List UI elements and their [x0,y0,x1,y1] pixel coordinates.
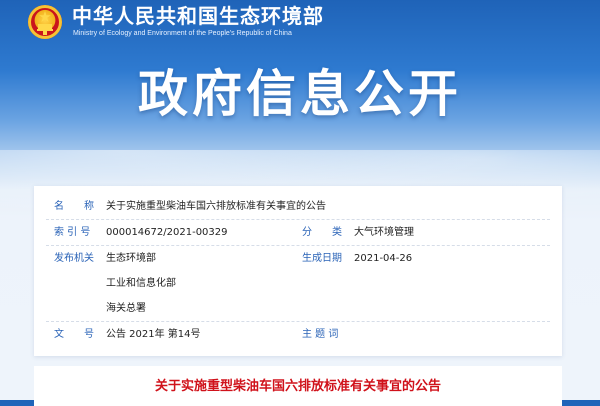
doc-number-label: 文 号 [54,329,94,340]
keywords-label: 主 题 词 [302,329,339,340]
page-title: 政府信息公开 [138,65,462,123]
ministry-name-cn[interactable]: 中华人民共和国生态环境部 [72,4,324,28]
index-value: 000014672/2021-00329 [106,227,228,238]
row-divider [46,245,550,246]
name-value: 关于实施重型柴油车国六排放标准有关事宜的公告 [106,201,326,212]
name-label: 名 称 [54,201,94,212]
doc-number-value: 公告 2021年 第14号 [106,329,201,340]
issuer-label: 发布机关 [54,253,94,264]
issuer-value-3: 海关总署 [106,303,146,314]
index-label: 索 引 号 [54,227,91,238]
ministry-name-en: Ministry of Ecology and Environment of t… [73,30,292,37]
announcement-card: 关于实施重型柴油车国六排放标准有关事宜的公告 [34,366,562,406]
row-divider [46,321,550,322]
date-label: 生成日期 [302,253,342,264]
issuer-value-1: 生态环境部 [106,253,156,264]
category-value: 大气环境管理 [354,227,414,238]
site-header: 中华人民共和国生态环境部 Ministry of Ecology and Env… [0,0,600,48]
row-divider [46,219,550,220]
category-label: 分 类 [302,227,342,238]
date-value: 2021-04-26 [354,253,413,264]
national-emblem-icon[interactable] [28,5,62,39]
issuer-value-2: 工业和信息化部 [106,278,176,289]
info-card: 名 称 关于实施重型柴油车国六排放标准有关事宜的公告 索 引 号 0000146… [34,186,562,356]
announcement-title: 关于实施重型柴油车国六排放标准有关事宜的公告 [154,379,441,394]
